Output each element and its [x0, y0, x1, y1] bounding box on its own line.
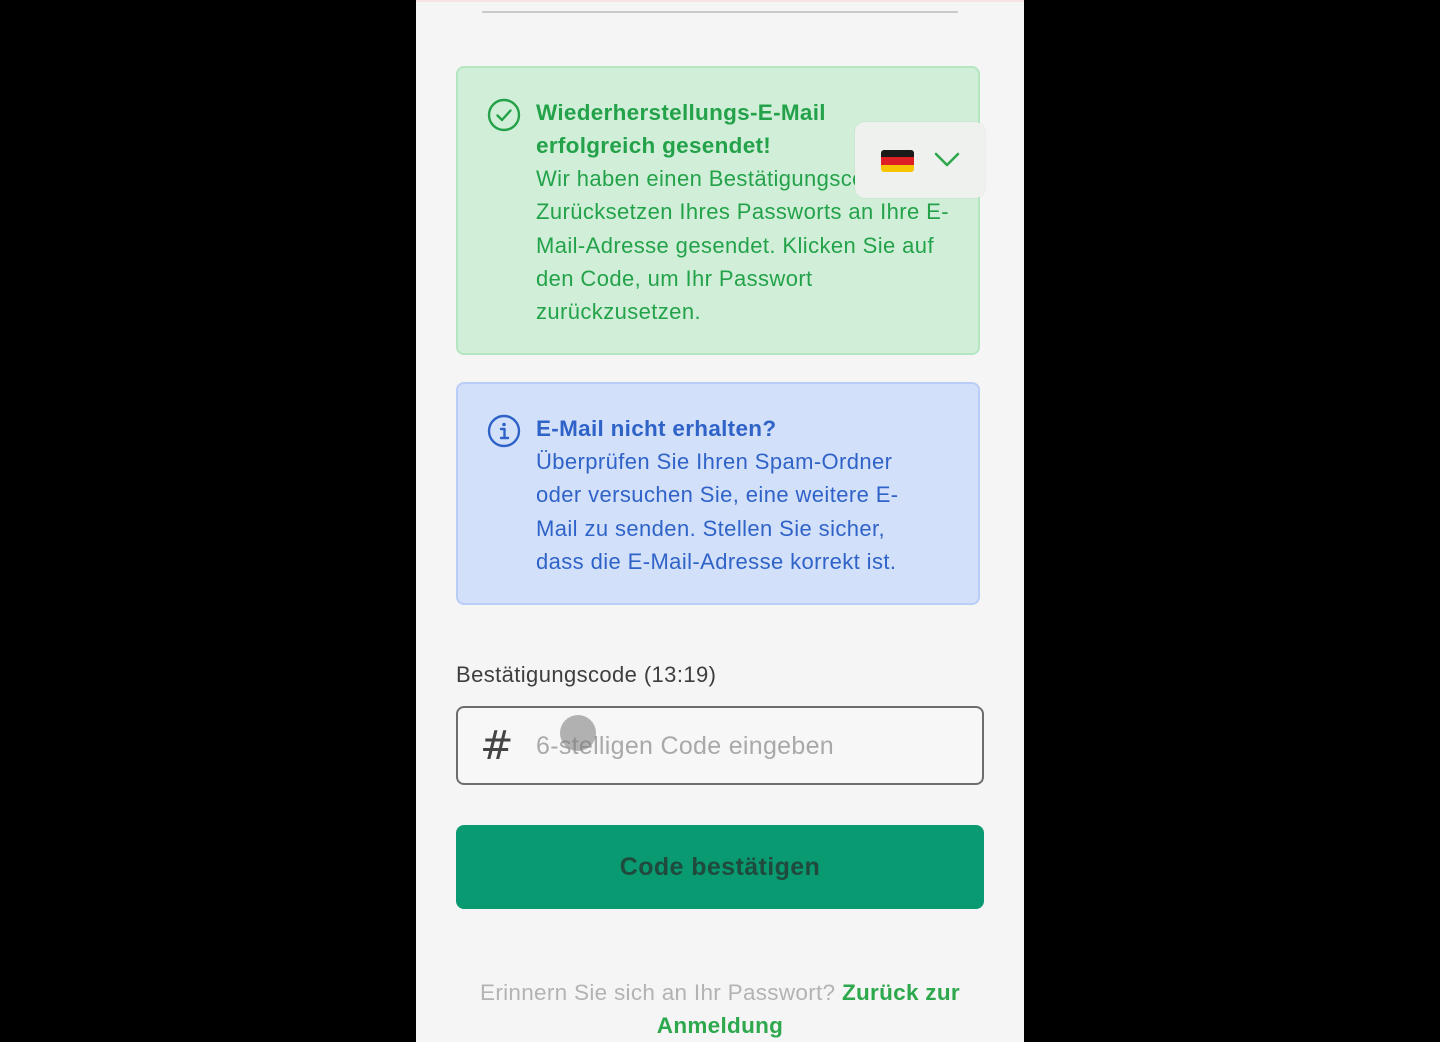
- germany-flag-icon: [881, 150, 914, 172]
- chevron-down-icon: [934, 152, 960, 167]
- footer-back-to-login: Erinnern Sie sich an Ihr Passwort? Zurüc…: [456, 976, 984, 1042]
- hash-icon: #: [480, 723, 514, 769]
- info-circle-icon: [487, 414, 521, 448]
- footer-prompt: Erinnern Sie sich an Ihr Passwort?: [480, 980, 836, 1005]
- code-field-label: Bestätigungscode (13:19): [456, 662, 717, 687]
- verify-code-button[interactable]: Code bestätigen: [456, 825, 984, 909]
- code-input[interactable]: [536, 722, 956, 770]
- code-input-container[interactable]: #: [456, 706, 984, 785]
- success-alert-title: Wiederherstellungs-E-Mail erfolgreich ge…: [536, 100, 826, 158]
- language-switcher[interactable]: [855, 122, 985, 198]
- info-alert-message: Überprüfen Sie Ihren Spam-Ordner oder ve…: [536, 449, 899, 574]
- info-alert-title: E-Mail nicht erhalten?: [536, 416, 777, 441]
- info-alert: E-Mail nicht erhalten? Überprüfen Sie Ih…: [456, 382, 980, 605]
- check-circle-icon: [487, 98, 521, 132]
- success-alert: Wiederherstellungs-E-Mail erfolgreich ge…: [456, 66, 980, 355]
- touch-indicator: [560, 715, 596, 751]
- top-accent-bar: [416, 0, 1024, 2]
- top-divider: [482, 11, 958, 13]
